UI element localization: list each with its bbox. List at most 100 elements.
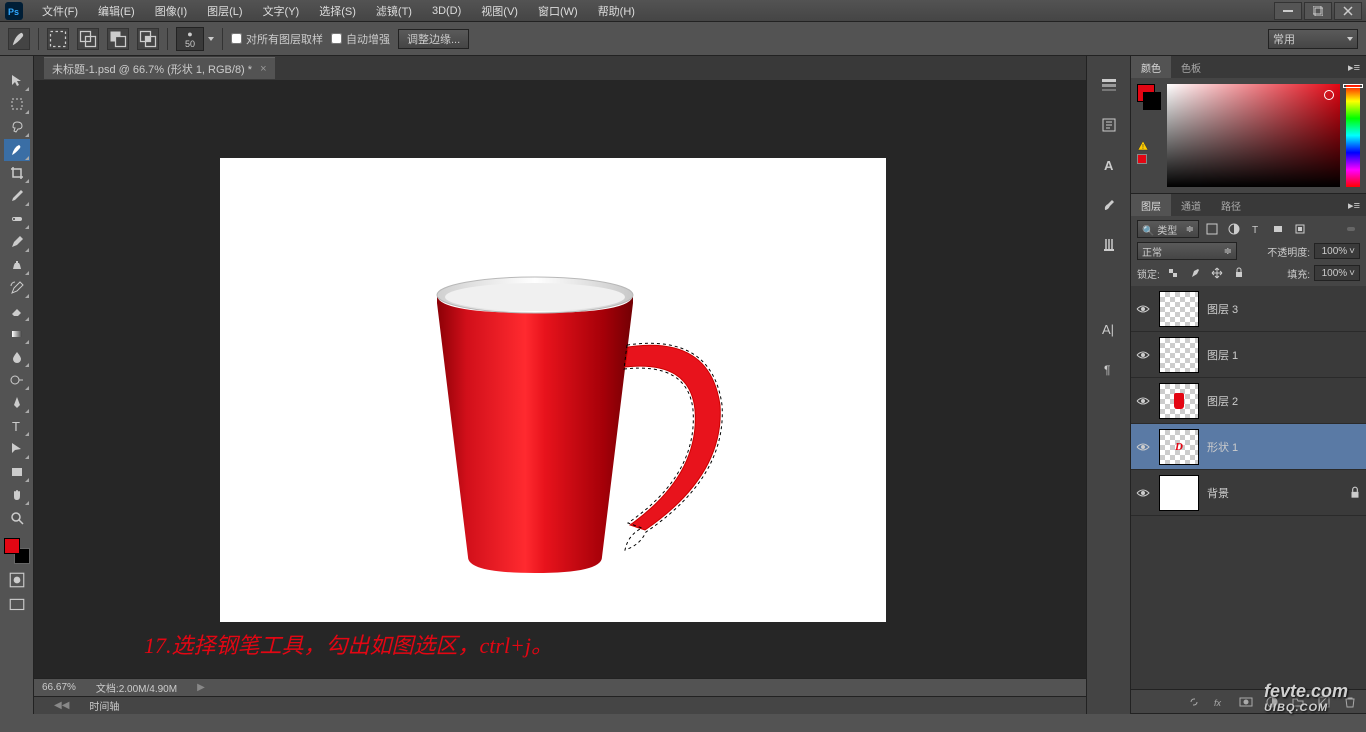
document-tab[interactable]: 未标题-1.psd @ 66.7% (形状 1, RGB/8) * × xyxy=(44,57,275,79)
layer-name[interactable]: 背景 xyxy=(1207,485,1340,501)
paths-tab[interactable]: 路径 xyxy=(1211,194,1251,216)
visibility-toggle-icon[interactable] xyxy=(1135,485,1151,501)
history-brush-tool-icon[interactable] xyxy=(4,277,30,299)
menu-type[interactable]: 文字(Y) xyxy=(253,3,310,19)
type-tool-icon[interactable]: T xyxy=(4,415,30,437)
zoom-tool-icon[interactable] xyxy=(4,507,30,529)
properties-panel-icon[interactable] xyxy=(1096,112,1122,138)
color-swatches[interactable] xyxy=(4,538,30,564)
new-layer-icon[interactable] xyxy=(1316,694,1332,710)
minimize-button[interactable] xyxy=(1274,2,1302,20)
gamut-warning-icon[interactable]: ! xyxy=(1137,140,1149,152)
layer-thumbnail[interactable]: D xyxy=(1159,429,1199,465)
eyedropper-tool-icon[interactable] xyxy=(4,185,30,207)
layer-thumbnail[interactable] xyxy=(1159,337,1199,373)
dodge-tool-icon[interactable] xyxy=(4,369,30,391)
refine-edge-button[interactable]: 调整边缘... xyxy=(398,29,469,49)
layer-thumbnail[interactable] xyxy=(1159,291,1199,327)
layer-name[interactable]: 图层 3 xyxy=(1207,301,1362,317)
layers-tab[interactable]: 图层 xyxy=(1131,194,1171,216)
sample-all-layers-checkbox[interactable]: 对所有图层取样 xyxy=(231,31,323,47)
lock-position-icon[interactable] xyxy=(1208,264,1226,282)
tool-preset-icon[interactable] xyxy=(8,28,30,50)
menu-edit[interactable]: 编辑(E) xyxy=(88,3,145,19)
paragraph-panel-icon[interactable]: A| xyxy=(1096,316,1122,342)
layer-list[interactable]: 图层 3 图层 1 图层 2 D 形状 1 背景 xyxy=(1131,286,1366,689)
visibility-toggle-icon[interactable] xyxy=(1135,439,1151,455)
timeline-label[interactable]: 时间轴 xyxy=(79,698,129,713)
close-button[interactable] xyxy=(1334,2,1362,20)
layer-filter-type-select[interactable]: 🔍 类型≑ xyxy=(1137,220,1199,238)
layers-panel-menu-icon[interactable]: ▸≡ xyxy=(1342,199,1366,212)
blur-tool-icon[interactable] xyxy=(4,346,30,368)
color-tab[interactable]: 颜色 xyxy=(1131,56,1171,78)
channels-tab[interactable]: 通道 xyxy=(1171,194,1211,216)
auto-enhance-checkbox[interactable]: 自动增强 xyxy=(331,31,390,47)
filter-shape-icon[interactable] xyxy=(1269,220,1287,238)
workspace-preset-dropdown[interactable]: 常用 xyxy=(1268,29,1358,49)
filter-pixel-icon[interactable] xyxy=(1203,220,1221,238)
adjustment-layer-icon[interactable] xyxy=(1264,694,1280,710)
quick-mask-icon[interactable] xyxy=(8,571,26,589)
new-selection-icon[interactable] xyxy=(47,28,69,50)
pen-tool-icon[interactable] xyxy=(4,392,30,414)
move-tool-icon[interactable] xyxy=(4,70,30,92)
path-selection-tool-icon[interactable] xyxy=(4,438,30,460)
filter-toggle-icon[interactable] xyxy=(1342,220,1360,238)
marquee-tool-icon[interactable] xyxy=(4,93,30,115)
color-panel-menu-icon[interactable]: ▸≡ xyxy=(1342,61,1366,74)
visibility-toggle-icon[interactable] xyxy=(1135,301,1151,317)
opacity-input[interactable]: 100% ˅ xyxy=(1314,243,1360,259)
layer-name[interactable]: 图层 1 xyxy=(1207,347,1362,363)
healing-brush-tool-icon[interactable] xyxy=(4,208,30,230)
lock-transparent-icon[interactable] xyxy=(1164,264,1182,282)
quick-selection-tool-icon[interactable] xyxy=(4,139,30,161)
layer-thumbnail[interactable] xyxy=(1159,383,1199,419)
layer-name[interactable]: 图层 2 xyxy=(1207,393,1362,409)
link-layers-icon[interactable] xyxy=(1186,694,1202,710)
layer-fx-icon[interactable]: fx xyxy=(1212,694,1228,710)
layer-thumbnail[interactable] xyxy=(1159,475,1199,511)
color-field[interactable] xyxy=(1167,84,1340,187)
eraser-tool-icon[interactable] xyxy=(4,300,30,322)
layer-row[interactable]: 图层 3 xyxy=(1131,286,1366,332)
canvas-viewport[interactable]: 17.选择钢笔工具，勾出如图选区，ctrl+j。 xyxy=(34,80,1086,678)
foreground-color-swatch[interactable] xyxy=(4,538,20,554)
menu-window[interactable]: 窗口(W) xyxy=(528,3,588,19)
crop-tool-icon[interactable] xyxy=(4,162,30,184)
layer-row[interactable]: 背景 xyxy=(1131,470,1366,516)
websafe-color-swatch[interactable] xyxy=(1137,154,1147,164)
brush-presets-panel-icon[interactable] xyxy=(1096,232,1122,258)
group-layers-icon[interactable] xyxy=(1290,694,1306,710)
menu-file[interactable]: 文件(F) xyxy=(32,3,88,19)
filter-type-icon[interactable]: T xyxy=(1247,220,1265,238)
canvas[interactable] xyxy=(220,158,886,622)
layer-row[interactable]: 图层 2 xyxy=(1131,378,1366,424)
hue-slider[interactable] xyxy=(1346,84,1360,187)
fill-input[interactable]: 100% ˅ xyxy=(1314,265,1360,281)
clone-stamp-tool-icon[interactable] xyxy=(4,254,30,276)
color-picker-ring[interactable] xyxy=(1324,90,1334,100)
lock-all-icon[interactable] xyxy=(1230,264,1248,282)
character-panel-icon[interactable]: A xyxy=(1096,152,1122,178)
filter-smart-icon[interactable] xyxy=(1291,220,1309,238)
swatches-tab[interactable]: 色板 xyxy=(1171,56,1211,78)
lock-image-icon[interactable] xyxy=(1186,264,1204,282)
paragraph-styles-icon[interactable]: ¶ xyxy=(1096,356,1122,382)
blend-mode-select[interactable]: 正常≑ xyxy=(1137,242,1237,260)
menu-filter[interactable]: 滤镜(T) xyxy=(366,3,422,19)
brush-tool-icon[interactable] xyxy=(4,231,30,253)
filter-adjustment-icon[interactable] xyxy=(1225,220,1243,238)
zoom-level[interactable]: 66.67% xyxy=(42,682,76,693)
gradient-tool-icon[interactable] xyxy=(4,323,30,345)
history-panel-icon[interactable] xyxy=(1096,72,1122,98)
intersect-selection-icon[interactable] xyxy=(137,28,159,50)
brush-sample[interactable]: ●50 xyxy=(176,27,214,51)
menu-view[interactable]: 视图(V) xyxy=(471,3,528,19)
menu-3d[interactable]: 3D(D) xyxy=(422,5,471,17)
color-bg-swatch[interactable] xyxy=(1143,92,1161,110)
menu-layer[interactable]: 图层(L) xyxy=(197,3,252,19)
subtract-selection-icon[interactable] xyxy=(107,28,129,50)
layer-name[interactable]: 形状 1 xyxy=(1207,439,1362,455)
screen-mode-icon[interactable] xyxy=(8,596,26,614)
